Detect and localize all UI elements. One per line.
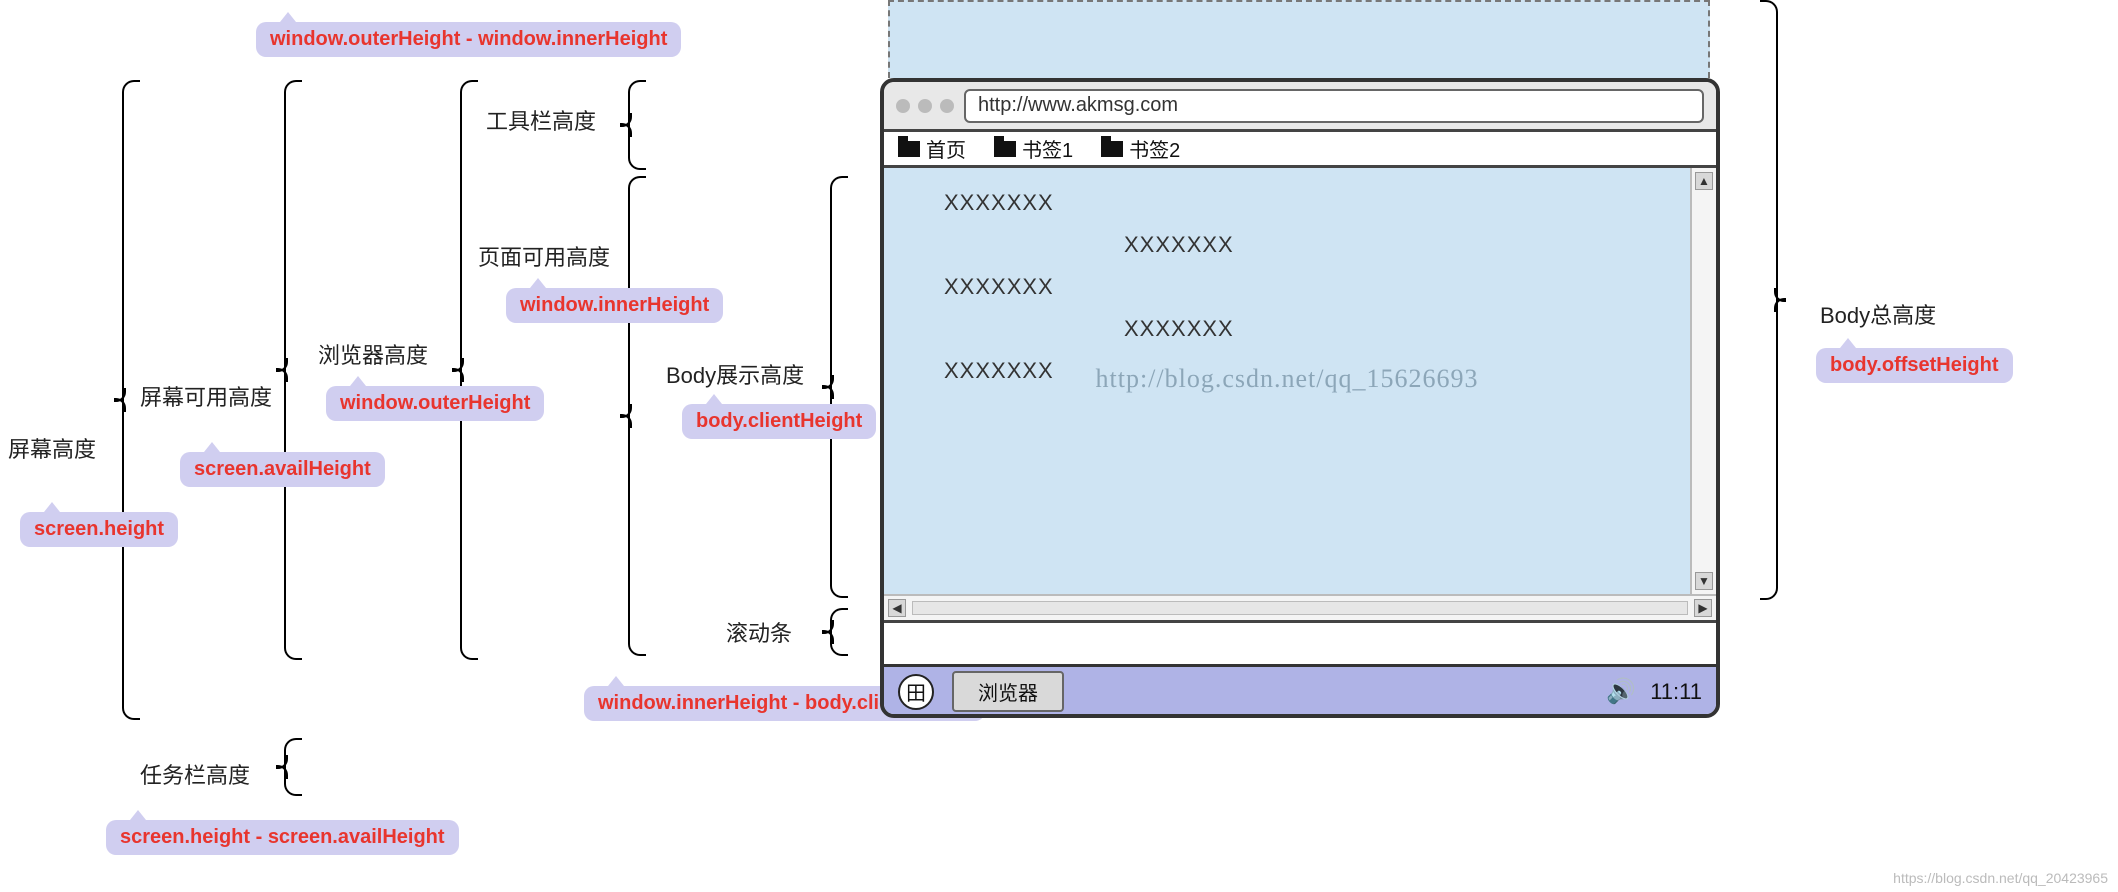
browser-window: http://www.akmsg.com 首页 书签1 书签2 XXXXXXX … bbox=[880, 78, 1720, 718]
pill-screen-minus-avail: screen.height - screen.availHeight bbox=[106, 820, 459, 855]
brace-screen-height bbox=[122, 80, 140, 720]
window-controls[interactable] bbox=[896, 99, 954, 113]
brace-scrollbar bbox=[830, 608, 848, 656]
pill-client-height: body.clientHeight bbox=[682, 404, 876, 439]
scroll-down-icon[interactable]: ▼ bbox=[1695, 572, 1713, 590]
brace-toolbar bbox=[628, 80, 646, 170]
scroll-up-icon[interactable]: ▲ bbox=[1695, 172, 1713, 190]
bookmark-label: 首页 bbox=[926, 134, 966, 163]
pill-outer-minus-inner: window.outerHeight - window.innerHeight bbox=[256, 22, 681, 57]
brace-offset-height bbox=[1760, 0, 1778, 600]
folder-icon bbox=[898, 141, 920, 157]
bookmark-label: 书签2 bbox=[1129, 134, 1180, 163]
taskbar: 田 浏览器 🔊 11:11 bbox=[884, 664, 1716, 716]
label-browser-height-cn: 浏览器高度 bbox=[318, 338, 428, 370]
taskbar-app-button[interactable]: 浏览器 bbox=[952, 671, 1064, 712]
label-page-avail-cn: 页面可用高度 bbox=[478, 240, 610, 272]
label-avail-height-cn: 屏幕可用高度 bbox=[140, 380, 272, 412]
taskbar-app-label: 浏览器 bbox=[978, 683, 1038, 705]
system-tray: 🔊 11:11 bbox=[1606, 677, 1702, 706]
clock: 11:11 bbox=[1650, 679, 1702, 705]
brace-inner-height bbox=[628, 176, 646, 656]
folder-icon bbox=[1101, 141, 1123, 157]
pill-offset-height: body.offsetHeight bbox=[1816, 348, 2013, 383]
vertical-scrollbar[interactable]: ▲ ▼ bbox=[1690, 168, 1716, 594]
label-body-total-cn: Body总高度 bbox=[1820, 298, 1936, 330]
brace-taskbar bbox=[284, 738, 302, 796]
pill-avail-height: screen.availHeight bbox=[180, 452, 385, 487]
bookmark-item[interactable]: 首页 bbox=[898, 134, 966, 163]
brace-avail-height bbox=[284, 80, 302, 660]
content-text: XXXXXXX bbox=[944, 190, 1054, 216]
content-text: XXXXXXX bbox=[944, 274, 1054, 300]
traffic-light-icon[interactable] bbox=[896, 99, 910, 113]
bookmark-item[interactable]: 书签2 bbox=[1101, 134, 1180, 163]
bookmark-item[interactable]: 书签1 bbox=[994, 134, 1073, 163]
pill-outer-height: window.outerHeight bbox=[326, 386, 544, 421]
content-text: XXXXXXX bbox=[944, 358, 1054, 384]
label-toolbar-cn: 工具栏高度 bbox=[486, 104, 596, 136]
browser-bottom-gap bbox=[884, 620, 1716, 664]
start-button[interactable]: 田 bbox=[898, 674, 934, 710]
label-scrollbar-cn: 滚动条 bbox=[726, 616, 792, 648]
titlebar: http://www.akmsg.com bbox=[884, 82, 1716, 132]
bookmarks-bar: 首页 书签1 书签2 bbox=[884, 132, 1716, 168]
folder-icon bbox=[994, 141, 1016, 157]
body-overflow-area bbox=[888, 0, 1710, 78]
brace-outer-height bbox=[460, 80, 478, 660]
brace-client-height bbox=[830, 176, 848, 598]
traffic-light-icon[interactable] bbox=[918, 99, 932, 113]
label-screen-height-cn: 屏幕高度 bbox=[8, 432, 96, 464]
horizontal-scrollbar[interactable]: ◀ ▶ bbox=[884, 594, 1716, 620]
label-body-visible-cn: Body展示高度 bbox=[666, 358, 804, 390]
label-taskbar-cn: 任务栏高度 bbox=[140, 758, 250, 790]
image-source-watermark: https://blog.csdn.net/qq_20423965 bbox=[1893, 870, 2108, 886]
traffic-light-icon[interactable] bbox=[940, 99, 954, 113]
scroll-left-icon[interactable]: ◀ bbox=[888, 599, 906, 617]
pill-inner-height: window.innerHeight bbox=[506, 288, 723, 323]
bookmark-label: 书签1 bbox=[1022, 134, 1073, 163]
viewport: XXXXXXX XXXXXXX XXXXXXX XXXXXXX XXXXXXX … bbox=[884, 168, 1716, 594]
url-bar[interactable]: http://www.akmsg.com bbox=[964, 89, 1704, 123]
content-text: XXXXXXX bbox=[1124, 232, 1234, 258]
page-body: XXXXXXX XXXXXXX XXXXXXX XXXXXXX XXXXXXX … bbox=[884, 168, 1690, 594]
pill-screen-height: screen.height bbox=[20, 512, 178, 547]
volume-icon[interactable]: 🔊 bbox=[1606, 677, 1636, 706]
scroll-right-icon[interactable]: ▶ bbox=[1694, 599, 1712, 617]
content-text: XXXXXXX bbox=[1124, 316, 1234, 342]
scroll-track[interactable] bbox=[912, 601, 1688, 615]
url-text: http://www.akmsg.com bbox=[978, 94, 1178, 117]
